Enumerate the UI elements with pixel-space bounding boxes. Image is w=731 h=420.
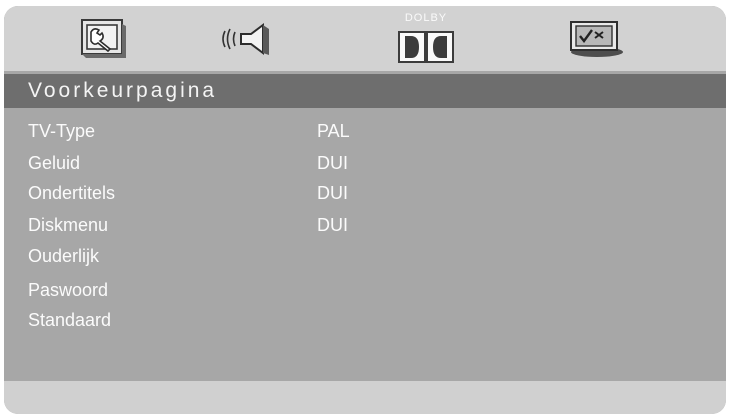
menu-item-value: DUI xyxy=(317,153,348,173)
menu-item-value: DUI xyxy=(317,215,348,235)
menu-item-default[interactable]: Standaard xyxy=(4,307,726,335)
menu-item-audio[interactable]: Geluid DUI xyxy=(4,150,726,178)
page-title: Voorkeurpagina xyxy=(28,79,218,102)
checkmark-monitor-icon xyxy=(570,21,623,57)
menu-item-label: Geluid xyxy=(28,153,81,173)
dolby-label: DOLBY xyxy=(404,12,448,24)
setup-menu-screen: DOLBY Voorkeurpagina TV-Type PAL Geluid … xyxy=(4,6,726,414)
menu-item-tv-type[interactable]: TV-Type PAL xyxy=(4,118,726,146)
menu-item-password[interactable]: Paswoord xyxy=(4,277,726,305)
dolby-logo-icon xyxy=(398,31,454,63)
setup-tab-bar: DOLBY xyxy=(4,6,726,71)
menu-item-label: Paswoord xyxy=(28,280,109,300)
menu-item-disc-menu[interactable]: Diskmenu DUI xyxy=(4,212,726,240)
menu-item-label: Ondertitels xyxy=(28,183,116,203)
tab-preference-setup[interactable] xyxy=(560,12,630,66)
menu-item-parental[interactable]: Ouderlijk xyxy=(4,243,726,271)
tab-dolby-setup[interactable]: DOLBY xyxy=(388,12,464,66)
speaker-icon xyxy=(222,23,269,55)
menu-item-value: PAL xyxy=(317,121,350,141)
menu-item-subtitles[interactable]: Ondertitels DUI xyxy=(4,180,726,208)
menu-item-label: Diskmenu xyxy=(28,215,109,235)
tab-system-setup[interactable] xyxy=(72,12,136,66)
menu-item-value: DUI xyxy=(317,183,348,203)
wrench-icon xyxy=(81,19,126,58)
page-title-bar: Voorkeurpagina xyxy=(4,74,726,108)
menu-item-label: TV-Type xyxy=(28,121,96,141)
menu-item-label: Ouderlijk xyxy=(28,246,100,266)
tab-audio-setup[interactable] xyxy=(216,12,282,66)
menu-item-label: Standaard xyxy=(28,310,112,330)
help-footer-bar xyxy=(4,381,726,414)
